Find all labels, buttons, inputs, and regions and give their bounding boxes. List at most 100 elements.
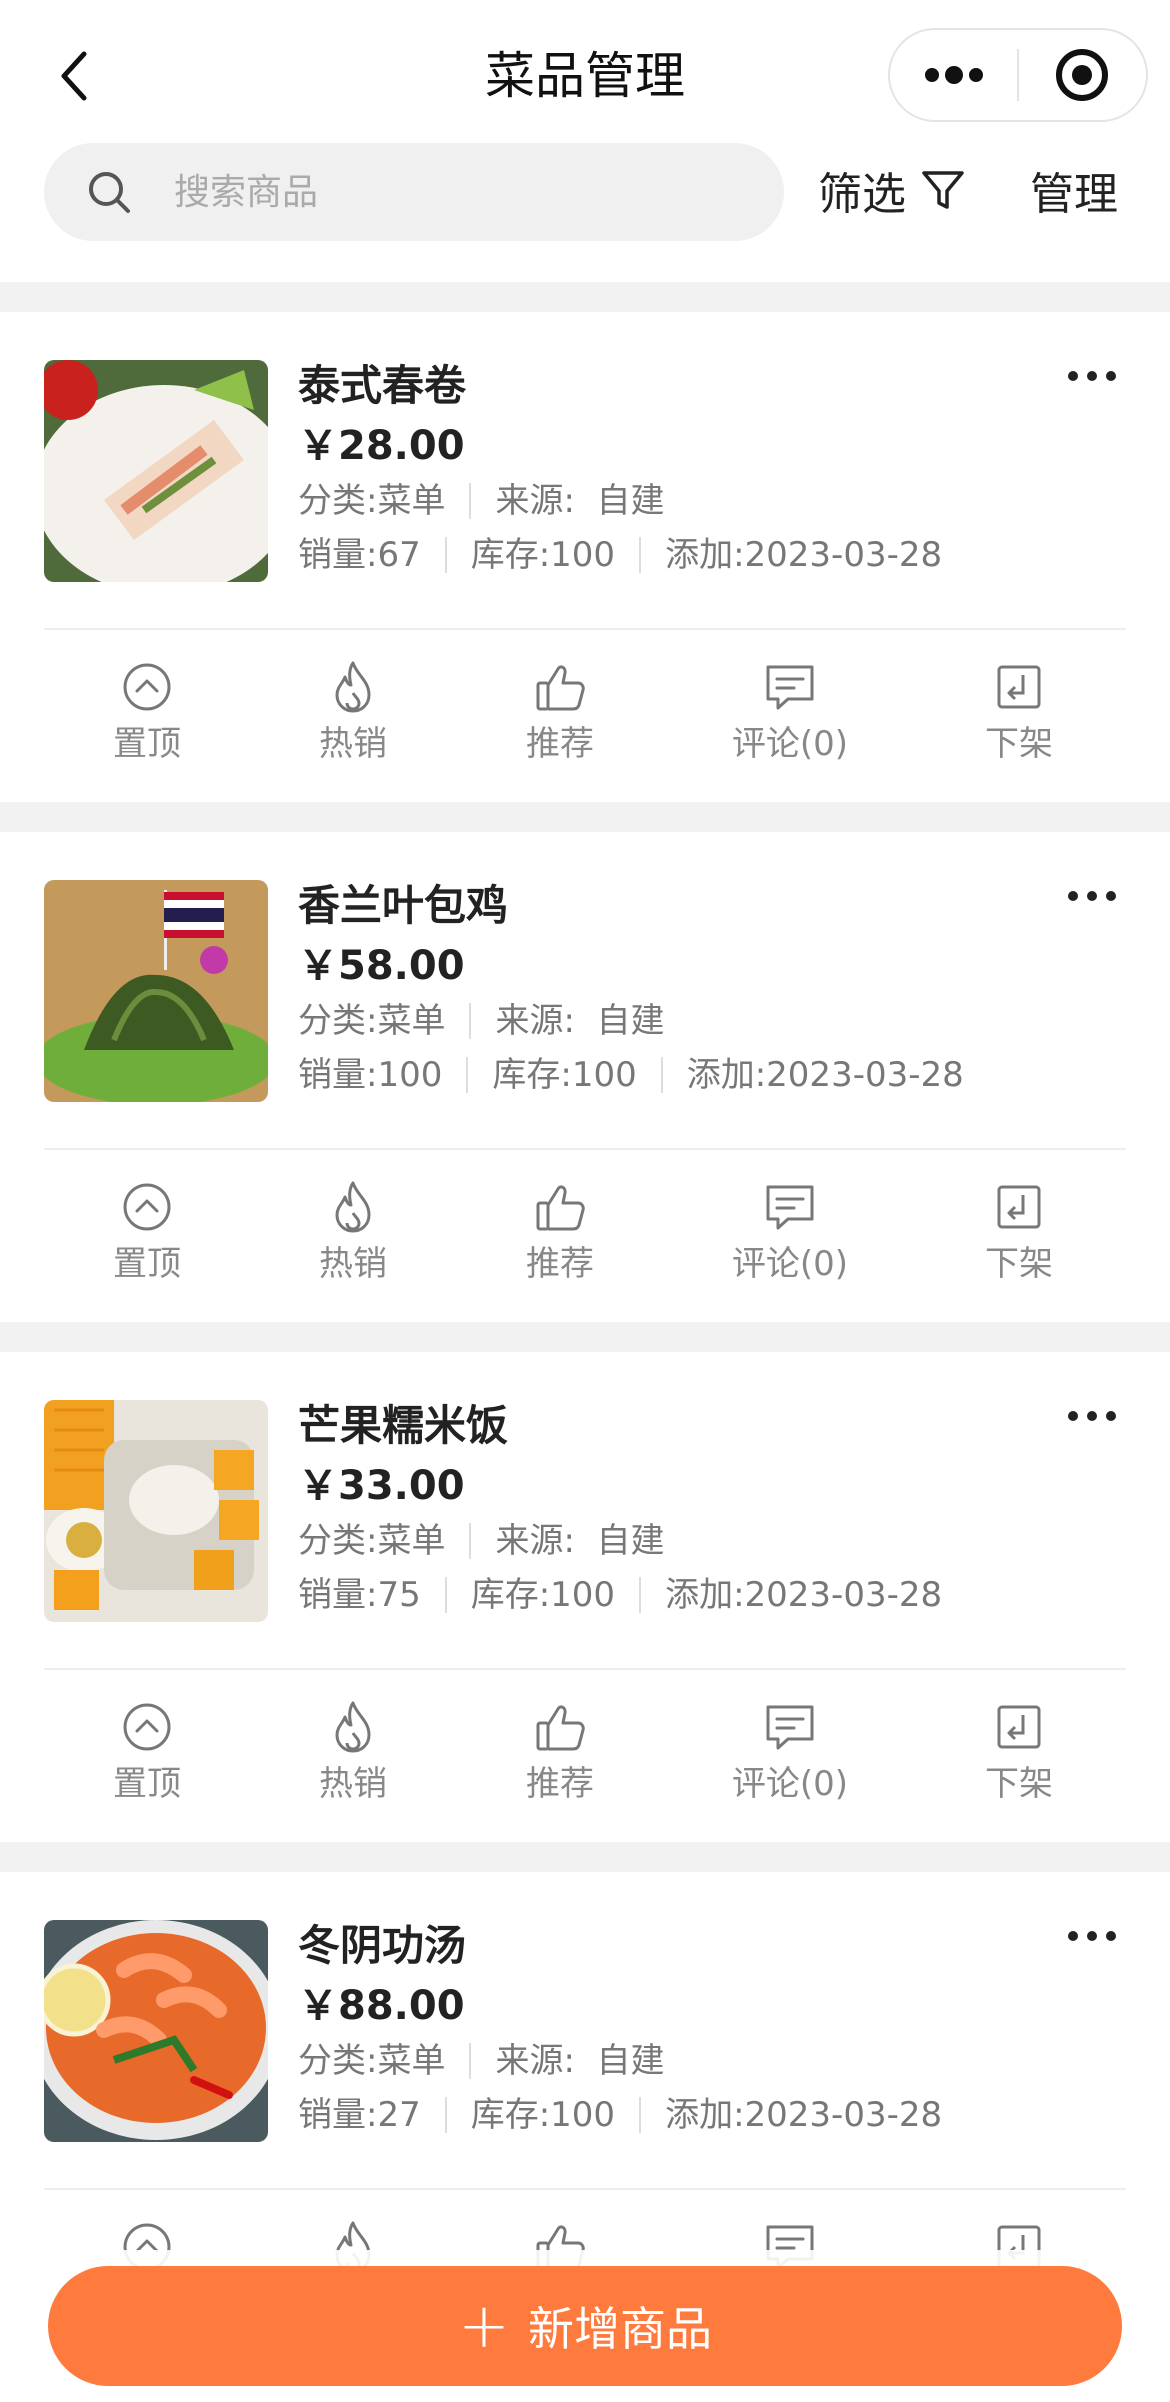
hot-label: 热销: [319, 724, 387, 764]
recommend-label: 推荐: [526, 1764, 594, 1804]
delist-icon-wrap: [993, 1698, 1045, 1756]
hot-icon-wrap: [327, 1698, 379, 1756]
pin-icon-wrap: [121, 1178, 173, 1236]
plus-icon: +: [458, 2289, 510, 2362]
product-meta-row-2: 销量:27 库存:100 添加:2023-03-28: [298, 2090, 942, 2140]
recommend-button[interactable]: 推荐: [470, 1178, 650, 1288]
filter-button[interactable]: 筛选: [818, 150, 966, 230]
meta-separator: [639, 1577, 642, 1613]
close-program-button[interactable]: [1019, 30, 1146, 120]
recommend-label: 推荐: [526, 1244, 594, 1284]
delist-button[interactable]: 下架: [929, 1178, 1109, 1288]
comments-button[interactable]: 评论(0): [700, 1178, 880, 1288]
product-stock: 库存:100: [470, 1575, 616, 1615]
comments-button[interactable]: 评论(0): [700, 658, 880, 768]
product-price: ￥58.00: [298, 943, 465, 989]
more-menu-button[interactable]: [890, 30, 1017, 120]
product-price: ￥28.00: [298, 423, 465, 469]
product-thumbnail[interactable]: [44, 1400, 268, 1622]
search-icon: [89, 172, 130, 213]
more-options-button[interactable]: [1060, 1396, 1124, 1436]
pin-top-button[interactable]: 置顶: [57, 658, 237, 768]
comments-icon-wrap: [762, 658, 818, 716]
product-price: ￥88.00: [298, 1983, 465, 2029]
search-bar[interactable]: [44, 143, 784, 241]
thumbs-up-icon: [536, 1705, 585, 1751]
product-meta-row-2: 销量:75 库存:100 添加:2023-03-28: [298, 1570, 942, 1620]
product-meta-row-2: 销量:100 库存:100 添加:2023-03-28: [298, 1050, 964, 1100]
meta-separator: [444, 537, 447, 573]
product-added-date: 添加:2023-03-28: [665, 1575, 943, 1615]
more-horizontal-icon: [1068, 891, 1116, 901]
more-options-button[interactable]: [1060, 1916, 1124, 1956]
product-category: 分类:菜单: [298, 1001, 446, 1041]
product-stock: 库存:100: [470, 2095, 616, 2135]
hot-sale-button[interactable]: 热销: [263, 1698, 443, 1808]
search-icon-wrap: [44, 143, 174, 241]
meta-separator: [660, 1057, 663, 1093]
product-price: ￥33.00: [298, 1463, 465, 1509]
product-thumbnail[interactable]: [44, 360, 268, 582]
comments-label: 评论(0): [731, 1244, 849, 1284]
recommend-icon-wrap: [532, 1178, 588, 1236]
manage-button[interactable]: 管理: [1030, 150, 1118, 230]
meta-separator: [469, 1523, 472, 1559]
pin-top-icon: [123, 1703, 171, 1751]
comments-button[interactable]: 评论(0): [700, 1698, 880, 1808]
product-sales: 销量:75: [298, 1575, 421, 1615]
product-thumbnail[interactable]: [44, 880, 268, 1102]
product-sales: 销量:67: [298, 535, 421, 575]
top-bar: 菜品管理 筛选 管理: [0, 0, 1170, 282]
product-card[interactable]: 芒果糯米饭 ￥33.00 分类:菜单 来源: 自建 销量:75 库存:100 添…: [0, 1352, 1170, 1842]
product-actions: 置顶 热销 推荐 评论(0) 下架: [0, 1670, 1170, 1842]
add-product-button[interactable]: + 新增商品: [48, 2266, 1122, 2386]
hot-icon-wrap: [327, 1178, 379, 1236]
product-added-date: 添加:2023-03-28: [686, 1055, 964, 1095]
mini-program-capsule: [888, 28, 1148, 122]
pin-label: 置顶: [113, 1764, 181, 1804]
more-options-button[interactable]: [1060, 356, 1124, 396]
pin-top-icon: [123, 1183, 171, 1231]
delist-button[interactable]: 下架: [929, 1698, 1109, 1808]
delist-box-icon: [997, 1185, 1041, 1229]
hot-icon-wrap: [327, 658, 379, 716]
more-horizontal-icon: [1068, 1411, 1116, 1421]
recommend-label: 推荐: [526, 724, 594, 764]
hot-sale-button[interactable]: 热销: [263, 1178, 443, 1288]
product-category: 分类:菜单: [298, 1521, 446, 1561]
product-source: 来源: 自建: [495, 481, 665, 521]
hot-label: 热销: [319, 1244, 387, 1284]
thumbs-up-icon: [536, 665, 585, 711]
product-card[interactable]: 泰式春卷 ￥28.00 分类:菜单 来源: 自建 销量:67 库存:100 添加…: [0, 312, 1170, 802]
thumbs-up-icon: [536, 1185, 585, 1231]
delist-button[interactable]: 下架: [929, 658, 1109, 768]
delist-box-icon: [997, 665, 1041, 709]
product-thumbnail[interactable]: [44, 1920, 268, 2142]
meta-separator: [469, 1003, 472, 1039]
delist-icon-wrap: [993, 658, 1045, 716]
recommend-icon-wrap: [532, 658, 588, 716]
product-stock: 库存:100: [470, 535, 616, 575]
product-name: 芒果糯米饭: [298, 1401, 509, 1450]
product-source: 来源: 自建: [495, 1521, 665, 1561]
meta-separator: [639, 537, 642, 573]
recommend-button[interactable]: 推荐: [470, 1698, 650, 1808]
product-list: 泰式春卷 ￥28.00 分类:菜单 来源: 自建 销量:67 库存:100 添加…: [0, 312, 1170, 2392]
pin-top-icon: [123, 663, 171, 711]
recommend-button[interactable]: 推荐: [470, 658, 650, 768]
more-options-button[interactable]: [1060, 876, 1124, 916]
hot-sale-button[interactable]: 热销: [263, 658, 443, 768]
funnel-icon-wrap: [920, 167, 966, 213]
product-actions: 置顶 热销 推荐 评论(0) 下架: [0, 1150, 1170, 1322]
product-source: 来源: 自建: [495, 2041, 665, 2081]
pandan-chicken-image: [44, 880, 268, 1102]
pin-top-button[interactable]: 置顶: [57, 1178, 237, 1288]
more-horizontal-icon: [1068, 371, 1116, 381]
product-sales: 销量:100: [298, 1055, 443, 1095]
product-card[interactable]: 香兰叶包鸡 ￥58.00 分类:菜单 来源: 自建 销量:100 库存:100 …: [0, 832, 1170, 1322]
pin-icon-wrap: [121, 658, 173, 716]
pin-label: 置顶: [113, 724, 181, 764]
more-horizontal-icon: [1068, 1931, 1116, 1941]
pin-top-button[interactable]: 置顶: [57, 1698, 237, 1808]
search-input[interactable]: [174, 171, 734, 213]
